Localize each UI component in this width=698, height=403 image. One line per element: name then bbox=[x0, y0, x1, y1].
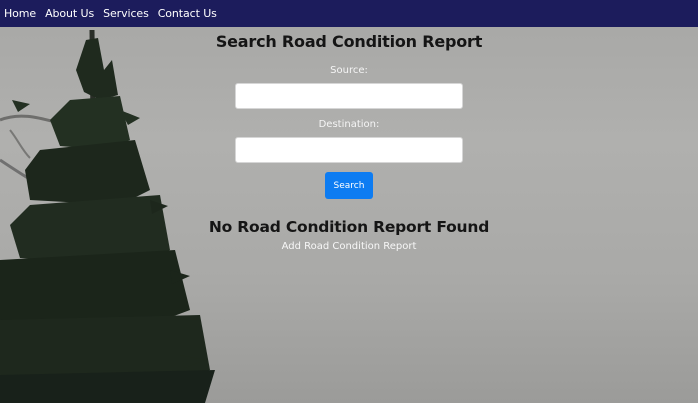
no-result-heading: No Road Condition Report Found bbox=[208, 218, 490, 236]
source-input[interactable] bbox=[235, 83, 463, 109]
nav-link-services[interactable]: Services bbox=[103, 7, 149, 20]
destination-input[interactable] bbox=[235, 137, 463, 163]
top-navbar: Home About Us Services Contact Us bbox=[0, 0, 698, 27]
page: Home About Us Services Contact Us Search… bbox=[0, 0, 698, 403]
nav-link-home[interactable]: Home bbox=[4, 7, 36, 20]
page-title: Search Road Condition Report bbox=[215, 32, 483, 51]
destination-label: Destination: bbox=[318, 119, 380, 130]
nav-link-about-us[interactable]: About Us bbox=[45, 7, 94, 20]
source-label: Source: bbox=[330, 65, 368, 76]
pine-tree-background-image bbox=[0, 29, 215, 403]
add-report-link[interactable]: Add Road Condition Report bbox=[0, 241, 698, 252]
nav-link-contact-us[interactable]: Contact Us bbox=[158, 7, 217, 20]
search-button[interactable]: Search bbox=[325, 172, 373, 199]
